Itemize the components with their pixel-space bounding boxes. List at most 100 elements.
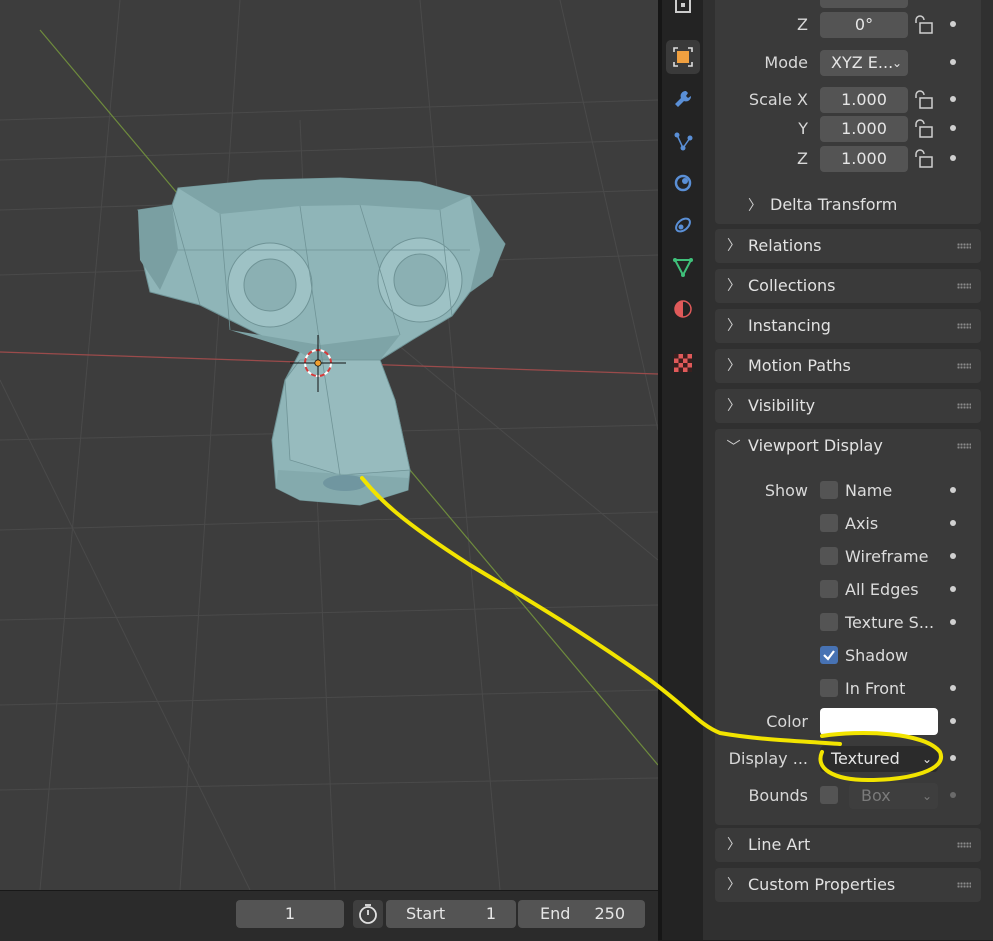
panel-instancing[interactable]: 〉 Instancing (715, 309, 981, 343)
start-label: Start (406, 904, 446, 923)
keyframe-dot[interactable] (950, 718, 956, 724)
all-edges-checkbox[interactable] (820, 580, 838, 598)
panel-relations[interactable]: 〉 Relations (715, 229, 981, 263)
keyframe-dot[interactable] (950, 59, 956, 65)
chevron-down-icon: 〉 (724, 439, 740, 453)
scale-x-row: Scale X 1.000 (703, 85, 993, 115)
panel-line-art[interactable]: 〉 Line Art (715, 828, 981, 862)
scale-x-field[interactable]: 1.000 (820, 87, 908, 113)
tab-constraints[interactable] (666, 208, 700, 242)
suzanne-mesh[interactable] (137, 177, 506, 506)
chevron-right-icon: 〉 (727, 238, 741, 254)
delta-transform-subpanel[interactable]: 〉 Delta Transform (748, 190, 897, 220)
in-front-label: In Front (845, 679, 906, 698)
keyframe-dot[interactable] (950, 755, 956, 761)
drag-handle-icon[interactable] (957, 243, 971, 249)
stopwatch-icon (359, 904, 377, 924)
drag-handle-icon[interactable] (957, 882, 971, 888)
rotation-y-field[interactable] (820, 0, 908, 8)
chevron-right-icon: 〉 (727, 278, 741, 294)
keyframe-dot[interactable] (950, 792, 956, 798)
bounds-type-dropdown[interactable]: Box ⌄ (849, 783, 938, 809)
viewport-display-header[interactable]: 〉 Viewport Display (715, 429, 981, 463)
tab-object[interactable] (666, 40, 700, 74)
bounds-row: Bounds Box ⌄ (703, 781, 993, 811)
start-frame-field[interactable]: Start 1 (386, 900, 516, 928)
texture-space-checkbox[interactable] (820, 613, 838, 631)
keyframe-dot[interactable] (950, 125, 956, 131)
keyframe-dot[interactable] (950, 155, 956, 161)
axis-checkbox[interactable] (820, 514, 838, 532)
lock-icon[interactable] (913, 90, 935, 110)
rotation-mode-row: Mode XYZ E... ⌄ (703, 48, 993, 78)
checkmark-icon (823, 650, 835, 661)
keyframe-dot[interactable] (950, 487, 956, 493)
tab-physics[interactable] (666, 166, 700, 200)
scale-y-field[interactable]: 1.000 (820, 116, 908, 142)
shadow-label: Shadow (845, 646, 909, 665)
keyframe-dot[interactable] (950, 619, 956, 625)
tab-texture[interactable] (666, 346, 700, 380)
panel-title: Line Art (748, 835, 811, 854)
drag-handle-icon[interactable] (957, 363, 971, 369)
rotation-z-field[interactable]: 0° (820, 12, 908, 38)
3d-viewport[interactable] (0, 0, 658, 890)
end-frame-field[interactable]: End 250 (518, 900, 645, 928)
wrench-icon (675, 90, 692, 107)
drag-handle-icon[interactable] (957, 842, 971, 848)
scale-z-field[interactable]: 1.000 (820, 146, 908, 172)
texture-icon (674, 354, 692, 372)
end-label: End (540, 904, 571, 923)
panel-collections[interactable]: 〉 Collections (715, 269, 981, 303)
tab-modifiers[interactable] (666, 82, 700, 116)
chevron-down-icon: ⌄ (891, 56, 902, 70)
panel-custom-properties[interactable]: 〉 Custom Properties (715, 868, 981, 902)
shadow-checkbox[interactable] (820, 646, 838, 664)
panel-title: Relations (748, 236, 822, 255)
color-swatch[interactable] (820, 708, 938, 735)
wireframe-label: Wireframe (845, 547, 929, 566)
panel-motion-paths[interactable]: 〉 Motion Paths (715, 349, 981, 383)
current-frame-field[interactable]: 1 (236, 900, 344, 928)
keyframe-dot[interactable] (950, 96, 956, 102)
tab-material[interactable] (666, 292, 700, 326)
name-checkbox[interactable] (820, 481, 838, 499)
chevron-down-icon: ⌄ (921, 752, 932, 766)
rotation-z-label: Z (797, 15, 808, 34)
tab-tool[interactable] (666, 0, 700, 22)
drag-handle-icon[interactable] (957, 443, 971, 449)
keyframe-dot[interactable] (950, 553, 956, 559)
lock-icon[interactable] (913, 119, 935, 139)
keyframe-dot[interactable] (950, 21, 956, 27)
keyframe-dot[interactable] (950, 685, 956, 691)
show-all-edges-row: All Edges (703, 575, 993, 605)
tab-particles[interactable] (666, 124, 700, 158)
chevron-right-icon: 〉 (748, 198, 762, 214)
particles-icon (674, 132, 693, 151)
drag-handle-icon[interactable] (957, 403, 971, 409)
scale-x-label: Scale X (748, 90, 808, 109)
panel-visibility[interactable]: 〉 Visibility (715, 389, 981, 423)
tool-icon (675, 0, 691, 13)
drag-handle-icon[interactable] (957, 323, 971, 329)
show-label: Show (764, 481, 808, 500)
panel-title: Visibility (748, 396, 816, 415)
display-as-dropdown[interactable]: Textured ⌄ (820, 746, 938, 772)
wireframe-checkbox[interactable] (820, 547, 838, 565)
scale-z-row: Z 1.000 (703, 144, 993, 174)
scale-z-label: Z (797, 149, 808, 168)
lock-icon[interactable] (913, 15, 935, 35)
display-as-value: Textured (831, 749, 900, 768)
drag-handle-icon[interactable] (957, 283, 971, 289)
in-front-checkbox[interactable] (820, 679, 838, 697)
keyframe-dot[interactable] (950, 520, 956, 526)
chevron-down-icon: ⌄ (921, 789, 932, 803)
color-label: Color (766, 712, 808, 731)
panel-title: Motion Paths (748, 356, 851, 375)
lock-icon[interactable] (913, 149, 935, 169)
keyframe-dot[interactable] (950, 586, 956, 592)
mode-dropdown[interactable]: XYZ E... ⌄ (820, 50, 908, 76)
auto-keying-button[interactable] (353, 900, 383, 928)
bounds-checkbox[interactable] (820, 786, 838, 804)
tab-data[interactable] (666, 250, 700, 284)
